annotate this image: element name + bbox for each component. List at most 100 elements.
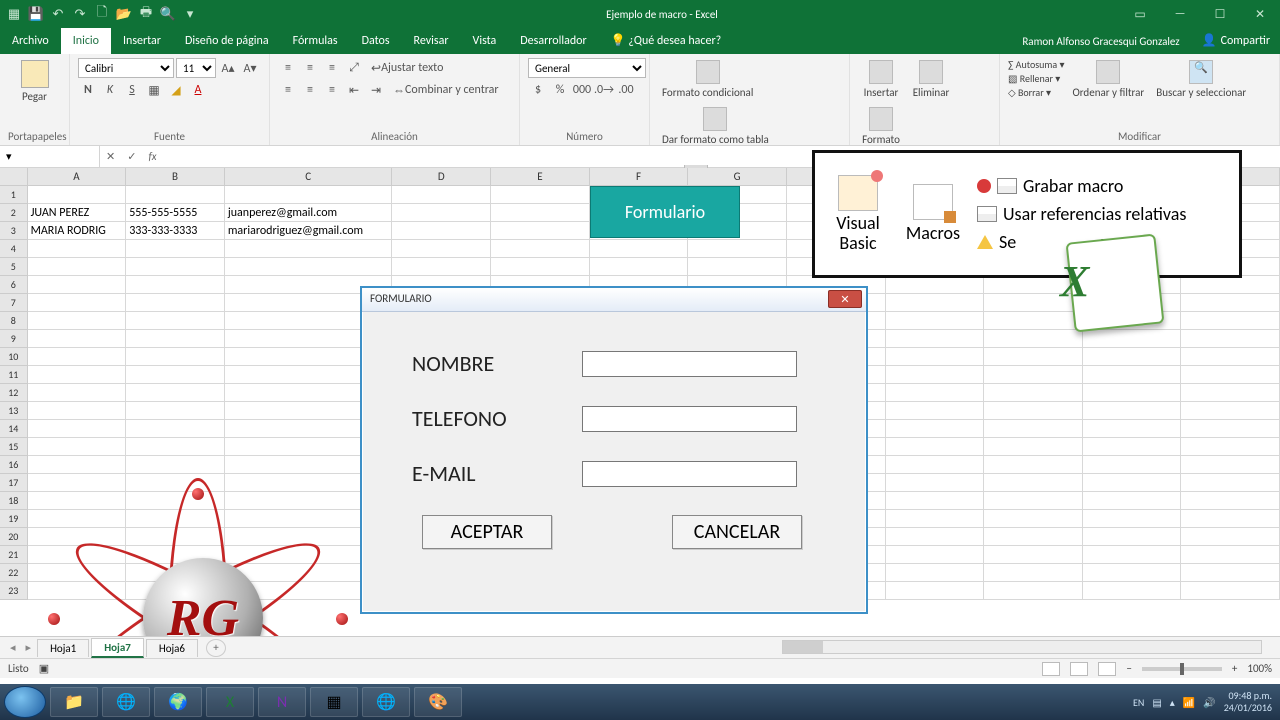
cell[interactable]	[392, 204, 491, 222]
cell[interactable]	[886, 348, 985, 366]
share-button[interactable]: 👤 Compartir	[1192, 27, 1280, 54]
cell[interactable]	[1181, 312, 1280, 330]
view-normal-icon[interactable]	[1042, 662, 1060, 676]
formulario-sheet-button[interactable]: Formulario	[590, 186, 740, 238]
row-header[interactable]: 19	[0, 510, 28, 528]
tab-review[interactable]: Revisar	[402, 28, 461, 54]
cancel-fx-icon[interactable]: ✕	[100, 150, 121, 163]
tab-developer[interactable]: Desarrollador	[508, 28, 598, 54]
grow-font-icon[interactable]: A▴	[218, 58, 238, 78]
cell[interactable]	[1181, 420, 1280, 438]
cell[interactable]	[225, 186, 393, 204]
tab-file[interactable]: Archivo	[0, 28, 61, 54]
cell[interactable]	[984, 492, 1083, 510]
cell[interactable]	[225, 240, 393, 258]
cell[interactable]	[886, 276, 985, 294]
zoom-in-icon[interactable]: +	[1232, 662, 1237, 675]
cell[interactable]	[28, 186, 127, 204]
taskbar-onenote-icon[interactable]: N	[258, 687, 306, 717]
cell[interactable]	[1083, 384, 1182, 402]
tray-clock[interactable]: 09:48 p.m.24/01/2016	[1224, 690, 1272, 714]
paste-button[interactable]: Pegar	[8, 58, 61, 105]
font-color-icon[interactable]: A	[188, 80, 208, 100]
bold-icon[interactable]: N	[78, 80, 98, 100]
indent-inc-icon[interactable]: ⇥	[366, 80, 386, 100]
row-header[interactable]: 6	[0, 276, 28, 294]
cell[interactable]	[984, 420, 1083, 438]
zoom-slider[interactable]	[1142, 667, 1222, 671]
cell[interactable]: 333-333-3333	[126, 222, 225, 240]
cell[interactable]	[1181, 330, 1280, 348]
cell[interactable]	[392, 240, 491, 258]
cell[interactable]	[1181, 456, 1280, 474]
system-tray[interactable]: EN ▤ ▴ 📶 🔊 09:48 p.m.24/01/2016	[1133, 690, 1276, 714]
fill-color-icon[interactable]: ◢	[166, 80, 186, 100]
tray-network-icon[interactable]: 📶	[1183, 696, 1195, 709]
cell[interactable]	[886, 510, 985, 528]
cell[interactable]	[126, 366, 225, 384]
cell[interactable]	[886, 384, 985, 402]
cell[interactable]	[1181, 582, 1280, 600]
row-header[interactable]: 14	[0, 420, 28, 438]
cell[interactable]	[984, 582, 1083, 600]
taskbar-explorer-icon[interactable]: 📁	[50, 687, 98, 717]
cell[interactable]	[1083, 564, 1182, 582]
row-header[interactable]: 3	[0, 222, 28, 240]
input-email[interactable]	[582, 461, 797, 487]
row-header[interactable]: 4	[0, 240, 28, 258]
cell[interactable]	[1083, 402, 1182, 420]
aceptar-button[interactable]: ACEPTAR	[422, 515, 552, 549]
input-nombre[interactable]	[582, 351, 797, 377]
cell[interactable]	[28, 330, 127, 348]
format-table-button[interactable]: Dar formato como tabla	[658, 105, 773, 148]
insert-cells-button[interactable]: Insertar	[858, 58, 904, 101]
tray-up-icon[interactable]: ▴	[1170, 696, 1175, 709]
cell[interactable]	[886, 546, 985, 564]
view-break-icon[interactable]	[1098, 662, 1116, 676]
macro-record-icon[interactable]: ▣	[39, 662, 49, 675]
cell[interactable]	[491, 258, 590, 276]
redo-icon[interactable]: ↷	[72, 6, 88, 22]
cell[interactable]	[984, 402, 1083, 420]
cell[interactable]	[491, 204, 590, 222]
dec-dec-icon[interactable]: .00	[616, 80, 636, 100]
cell[interactable]	[1181, 528, 1280, 546]
cell[interactable]	[1083, 546, 1182, 564]
autosum-button[interactable]: ∑ Autosuma ▾	[1008, 58, 1064, 71]
cell[interactable]	[886, 492, 985, 510]
cell[interactable]	[126, 456, 225, 474]
enter-fx-icon[interactable]: ✓	[121, 150, 142, 163]
cell[interactable]	[126, 348, 225, 366]
cell[interactable]	[1083, 420, 1182, 438]
fx-icon[interactable]: fx	[142, 150, 162, 163]
sheet-tab-hoja1[interactable]: Hoja1	[37, 639, 89, 657]
col-header-F[interactable]: F	[590, 168, 689, 185]
row-header[interactable]: 5	[0, 258, 28, 276]
cell[interactable]	[28, 258, 127, 276]
undo-icon[interactable]: ↶	[50, 6, 66, 22]
cell[interactable]	[1181, 438, 1280, 456]
italic-icon[interactable]: K	[100, 80, 120, 100]
cell[interactable]	[1083, 438, 1182, 456]
align-top-icon[interactable]: ≡	[278, 58, 298, 78]
cell[interactable]	[126, 438, 225, 456]
cell[interactable]	[28, 240, 127, 258]
input-telefono[interactable]	[582, 406, 797, 432]
tab-view[interactable]: Vista	[461, 28, 509, 54]
start-button[interactable]	[4, 686, 46, 718]
quickprint-icon[interactable]: 🖶	[138, 6, 154, 22]
cell[interactable]	[28, 456, 127, 474]
maximize-icon[interactable]: ☐	[1200, 7, 1240, 22]
cell[interactable]	[1083, 492, 1182, 510]
cell[interactable]	[491, 222, 590, 240]
cell[interactable]	[126, 402, 225, 420]
row-header[interactable]: 9	[0, 330, 28, 348]
col-header-E[interactable]: E	[491, 168, 590, 185]
cell[interactable]	[1083, 366, 1182, 384]
cell[interactable]	[28, 348, 127, 366]
cell[interactable]	[886, 528, 985, 546]
cell[interactable]	[1181, 474, 1280, 492]
tab-layout[interactable]: Diseño de página	[173, 28, 281, 54]
cell[interactable]	[126, 420, 225, 438]
fill-button[interactable]: ▧ Rellenar ▾	[1008, 72, 1064, 85]
